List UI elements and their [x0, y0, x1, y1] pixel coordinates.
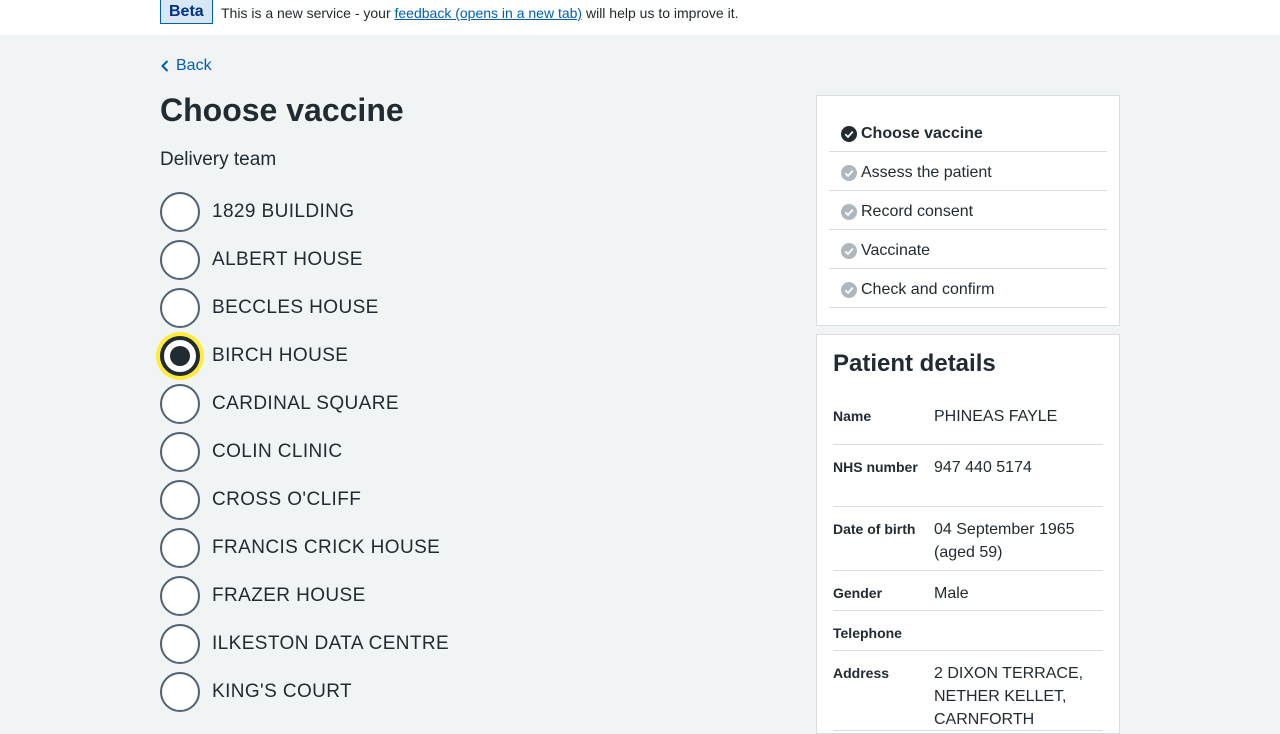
task-list-panel: Choose vaccine Assess the patient Record c… [816, 95, 1120, 326]
summary-row: Date of birth 04 September 1965 (aged 59) [833, 507, 1103, 571]
radio-label[interactable]: 1829 BUILDING [212, 200, 355, 224]
radio-option[interactable]: CROSS O'CLIFF [160, 480, 580, 520]
radio-button[interactable] [160, 192, 200, 232]
radio-option[interactable]: FRANCIS CRICK HOUSE [160, 528, 580, 568]
back-link-label: Back [176, 57, 212, 74]
summary-row: Gender Male [833, 571, 1103, 611]
delivery-team-legend: Delivery team [160, 149, 277, 170]
task-item: Assess the patient [829, 153, 1107, 191]
radio-option[interactable]: ILKESTON DATA CENTRE [160, 624, 580, 664]
radio-button-selected[interactable] [160, 336, 200, 376]
patient-details-title: Patient details [833, 350, 996, 377]
feedback-link[interactable]: feedback (opens in a new tab) [395, 5, 583, 21]
radio-button[interactable] [160, 432, 200, 472]
page-title: Choose vaccine [160, 92, 404, 128]
task-label: Record consent [861, 202, 974, 220]
radio-option[interactable]: BIRCH HOUSE [160, 336, 580, 376]
summary-row: Address 2 DIXON TERRACE, NETHER KELLET, C… [833, 651, 1103, 731]
check-circle-icon [841, 281, 857, 298]
task-label: Vaccinate [861, 241, 931, 259]
back-link[interactable]: Back [160, 55, 212, 77]
radio-option[interactable]: 1829 BUILDING [160, 192, 580, 232]
check-circle-icon [841, 164, 857, 181]
radio-label[interactable]: ILKESTON DATA CENTRE [212, 632, 449, 656]
radio-label[interactable]: BIRCH HOUSE [212, 344, 348, 368]
task-item: Record consent [829, 192, 1107, 230]
radio-label[interactable]: BECCLES HOUSE [212, 296, 379, 320]
radio-option[interactable]: KING'S COURT [160, 672, 580, 712]
radio-button[interactable] [160, 624, 200, 664]
task-item: Vaccinate [829, 231, 1107, 269]
task-item: Choose vaccine [829, 114, 1107, 152]
radio-label[interactable]: KING'S COURT [212, 680, 352, 704]
radio-dot [170, 346, 190, 366]
summary-value [934, 622, 1103, 650]
task-label: Choose vaccine [861, 124, 983, 142]
summary-key: Name [833, 408, 872, 424]
beta-tag: Beta [160, 0, 213, 24]
radio-button[interactable] [160, 528, 200, 568]
radio-label[interactable]: ALBERT HOUSE [212, 248, 363, 272]
check-circle-icon [841, 203, 857, 220]
task-label: Check and confirm [861, 280, 995, 298]
summary-row: Telephone [833, 611, 1103, 651]
task-list: Choose vaccine Assess the patient Record c… [829, 114, 1107, 309]
radio-button[interactable] [160, 576, 200, 616]
radio-button[interactable] [160, 672, 200, 712]
beta-text-before: This is a new service - your [221, 5, 395, 21]
radio-label[interactable]: CARDINAL SQUARE [212, 392, 399, 416]
summary-key: Date of birth [833, 521, 916, 537]
phase-banner: Beta This is a new service - your feedba… [0, 0, 1280, 35]
radio-label[interactable]: CROSS O'CLIFF [212, 488, 361, 512]
radio-button[interactable] [160, 240, 200, 280]
summary-value: PHINEAS FAYLE [934, 408, 1058, 425]
patient-details-panel: Patient details Name PHINEAS FAYLE NHS num… [816, 334, 1120, 734]
radio-option[interactable]: COLIN CLINIC [160, 432, 580, 472]
summary-key: NHS number [833, 459, 918, 475]
radio-option[interactable]: BECCLES HOUSE [160, 288, 580, 328]
radio-option[interactable]: CARDINAL SQUARE [160, 384, 580, 424]
patient-summary-list: Name PHINEAS FAYLE NHS number 947 440 5174 D… [833, 405, 1103, 731]
summary-value: Male [934, 585, 969, 602]
radio-button[interactable] [160, 288, 200, 328]
summary-row: NHS number 947 440 5174 [833, 445, 1103, 507]
summary-key: Gender [833, 585, 883, 601]
radio-option[interactable]: FRAZER HOUSE [160, 576, 580, 616]
summary-value: 04 September 1965 (aged 59) [934, 521, 1075, 561]
beta-text-after: will help us to improve it. [582, 5, 739, 21]
task-item: Check and confirm [829, 270, 1107, 308]
task-label: Assess the patient [861, 163, 992, 181]
beta-banner-text: This is a new service - your feedback (o… [221, 4, 738, 22]
radio-label[interactable]: FRANCIS CRICK HOUSE [212, 536, 440, 560]
radio-label[interactable]: COLIN CLINIC [212, 440, 342, 464]
check-circle-icon [841, 242, 857, 259]
check-circle-icon [841, 125, 857, 142]
summary-key: Telephone [833, 625, 902, 641]
summary-value: 947 440 5174 [934, 459, 1032, 476]
radio-button[interactable] [160, 384, 200, 424]
radio-option[interactable]: ALBERT HOUSE [160, 240, 580, 280]
radio-label[interactable]: FRAZER HOUSE [212, 584, 366, 608]
summary-row: Name PHINEAS FAYLE [833, 405, 1103, 445]
radio-button[interactable] [160, 480, 200, 520]
chevron-left-icon [161, 60, 169, 72]
